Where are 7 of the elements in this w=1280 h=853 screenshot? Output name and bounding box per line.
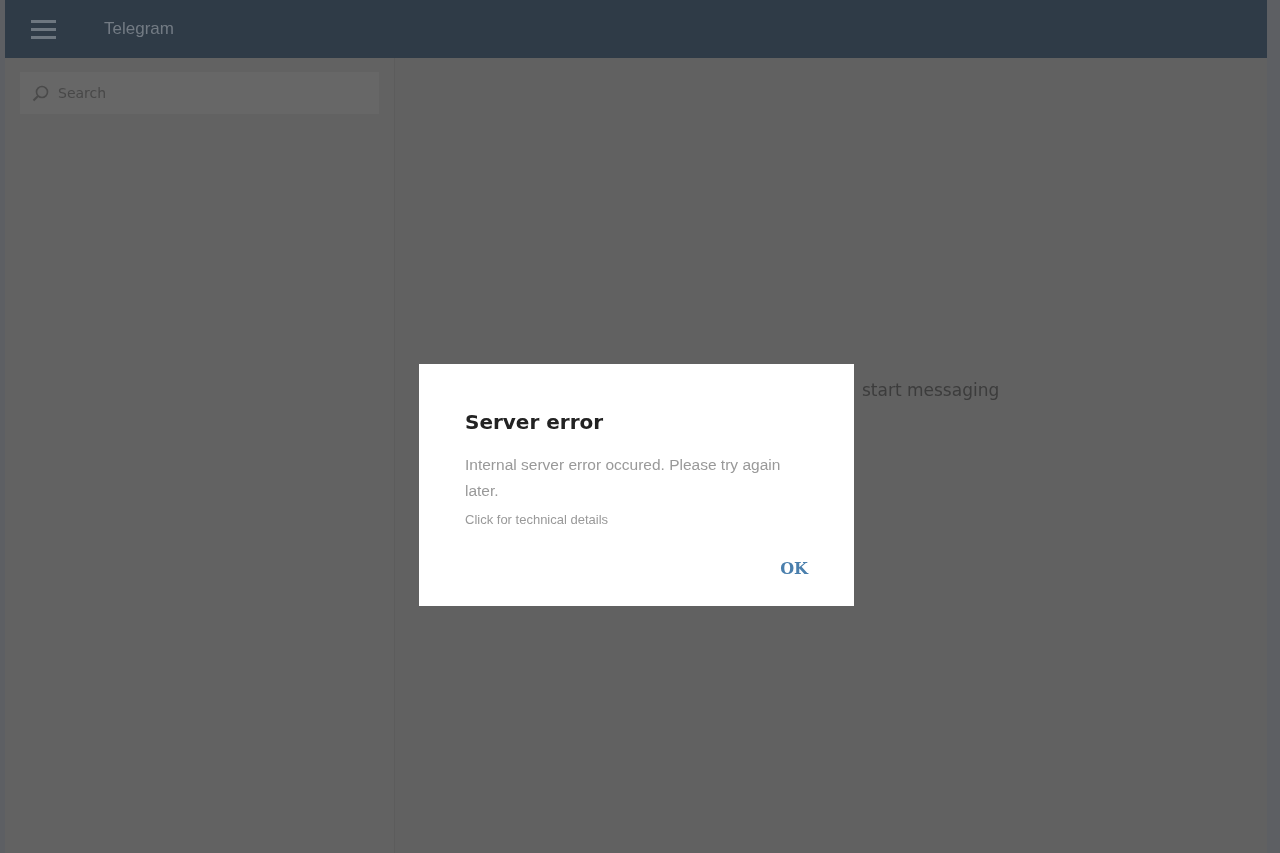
menu-icon[interactable]	[31, 19, 56, 39]
app-title: Telegram	[104, 19, 174, 39]
details-link[interactable]: Click for technical details	[465, 512, 609, 527]
dialog-message: Internal server error occured. Please try again later.	[465, 455, 782, 501]
dialog-title: Server error	[465, 410, 605, 434]
ok-button[interactable]: OK	[780, 557, 808, 580]
search-icon	[32, 85, 49, 102]
